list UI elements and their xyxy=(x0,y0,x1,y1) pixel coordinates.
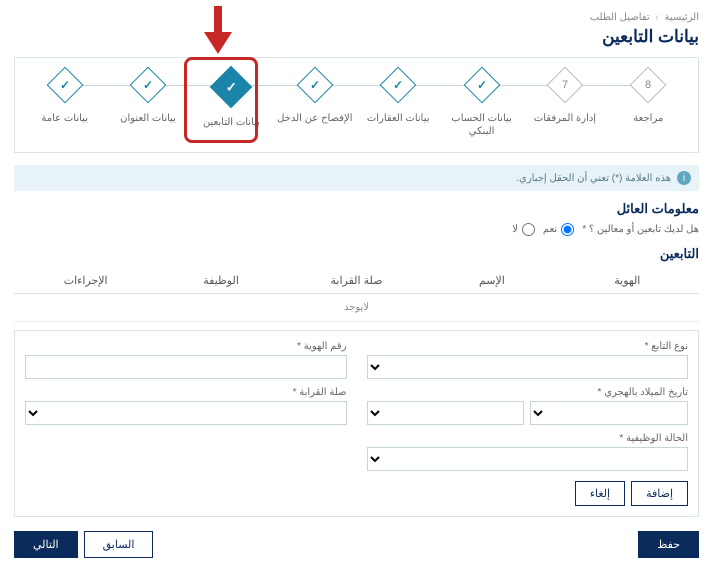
label-dob: تاريخ الميلاد بالهجري * xyxy=(367,387,689,398)
dependent-form: نوع التابع * رقم الهوية * تاريخ الميلاد … xyxy=(14,330,699,517)
step-1[interactable]: بيانات عامة xyxy=(23,72,106,136)
step-5[interactable]: بيانات العقارات xyxy=(357,72,440,136)
breadcrumb-home[interactable]: الرئيسية xyxy=(665,12,699,23)
step-2[interactable]: بيانات العنوان xyxy=(106,72,189,136)
label-id-number: رقم الهوية * xyxy=(25,341,347,352)
step-indicator-icon: 8 xyxy=(630,67,667,104)
dependents-question-row: هل لديك تابعين أو معالين ؟ * نعم لا xyxy=(14,223,699,236)
step-label: بيانات العقارات xyxy=(357,112,440,136)
th-actions: الإجراءات xyxy=(18,274,153,287)
page-title: بيانات التابعين xyxy=(14,27,699,47)
dependents-table-header: الهوية الإسم صلة القرابة الوظيفة الإجراء… xyxy=(14,268,699,294)
step-label: إدارة المرفقات xyxy=(523,112,606,136)
label-relation: صلة القرابة * xyxy=(25,387,347,398)
th-name: الإسم xyxy=(424,274,559,287)
step-4[interactable]: الإفصاح عن الدخل xyxy=(273,72,356,136)
radio-yes-label[interactable]: نعم xyxy=(543,223,576,236)
step-7[interactable]: 7إدارة المرفقات xyxy=(523,72,606,136)
th-relation: صلة القرابة xyxy=(289,274,424,287)
breadcrumb-sep: › xyxy=(655,12,658,23)
step-3[interactable]: بيانات التابعين xyxy=(190,72,273,140)
stepper: بيانات عامةبيانات العنوانبيانات التابعين… xyxy=(14,57,699,153)
radio-no[interactable] xyxy=(522,223,535,236)
info-icon: i xyxy=(677,171,691,185)
th-id: الهوية xyxy=(560,274,695,287)
section-sponsor-title: معلومات العائل xyxy=(14,201,699,217)
select-type[interactable] xyxy=(367,355,689,379)
section-dependents-title: التابعين xyxy=(14,246,699,262)
step-indicator-icon xyxy=(46,67,83,104)
input-id-number[interactable] xyxy=(25,355,347,379)
radio-no-label[interactable]: لا xyxy=(512,223,537,236)
save-button[interactable]: حفظ xyxy=(638,531,699,558)
select-dob-2[interactable] xyxy=(367,401,525,425)
step-8[interactable]: 8مراجعة xyxy=(607,72,690,136)
alert-text: هذه العلامة (*) تعني أن الحقل إجباري. xyxy=(516,173,671,184)
cancel-button[interactable]: إلغاء xyxy=(575,481,625,506)
step-label: بيانات التابعين xyxy=(190,116,273,140)
step-label: بيانات عامة xyxy=(23,112,106,136)
mandatory-alert: i هذه العلامة (*) تعني أن الحقل إجباري. xyxy=(14,165,699,191)
step-label: مراجعة xyxy=(607,112,690,136)
step-label: بيانات الحساب البنكي xyxy=(440,112,523,138)
th-job: الوظيفة xyxy=(153,274,288,287)
label-job-status: الحالة الوظيفية * xyxy=(367,433,689,444)
step-label: بيانات العنوان xyxy=(106,112,189,136)
breadcrumb: الرئيسية › تفاصيل الطلب xyxy=(14,12,699,23)
label-type: نوع التابع * xyxy=(367,341,689,352)
step-indicator-icon xyxy=(463,67,500,104)
step-indicator-icon xyxy=(296,67,333,104)
step-indicator-icon xyxy=(130,67,167,104)
select-dob-1[interactable] xyxy=(530,401,688,425)
table-empty-row: لايوجد xyxy=(14,294,699,322)
breadcrumb-current: تفاصيل الطلب xyxy=(590,12,650,23)
step-indicator-icon: 7 xyxy=(547,67,584,104)
select-job-status[interactable] xyxy=(367,447,689,471)
select-relation[interactable] xyxy=(25,401,347,425)
next-button[interactable]: التالي xyxy=(14,531,78,558)
step-label: الإفصاح عن الدخل xyxy=(273,112,356,136)
step-indicator-icon xyxy=(210,66,252,108)
radio-yes[interactable] xyxy=(561,223,574,236)
step-indicator-icon xyxy=(380,67,417,104)
prev-button[interactable]: السابق xyxy=(84,531,154,558)
step-6[interactable]: بيانات الحساب البنكي xyxy=(440,72,523,138)
add-button[interactable]: إضافة xyxy=(631,481,688,506)
dependents-question-label: هل لديك تابعين أو معالين ؟ * xyxy=(582,224,699,235)
